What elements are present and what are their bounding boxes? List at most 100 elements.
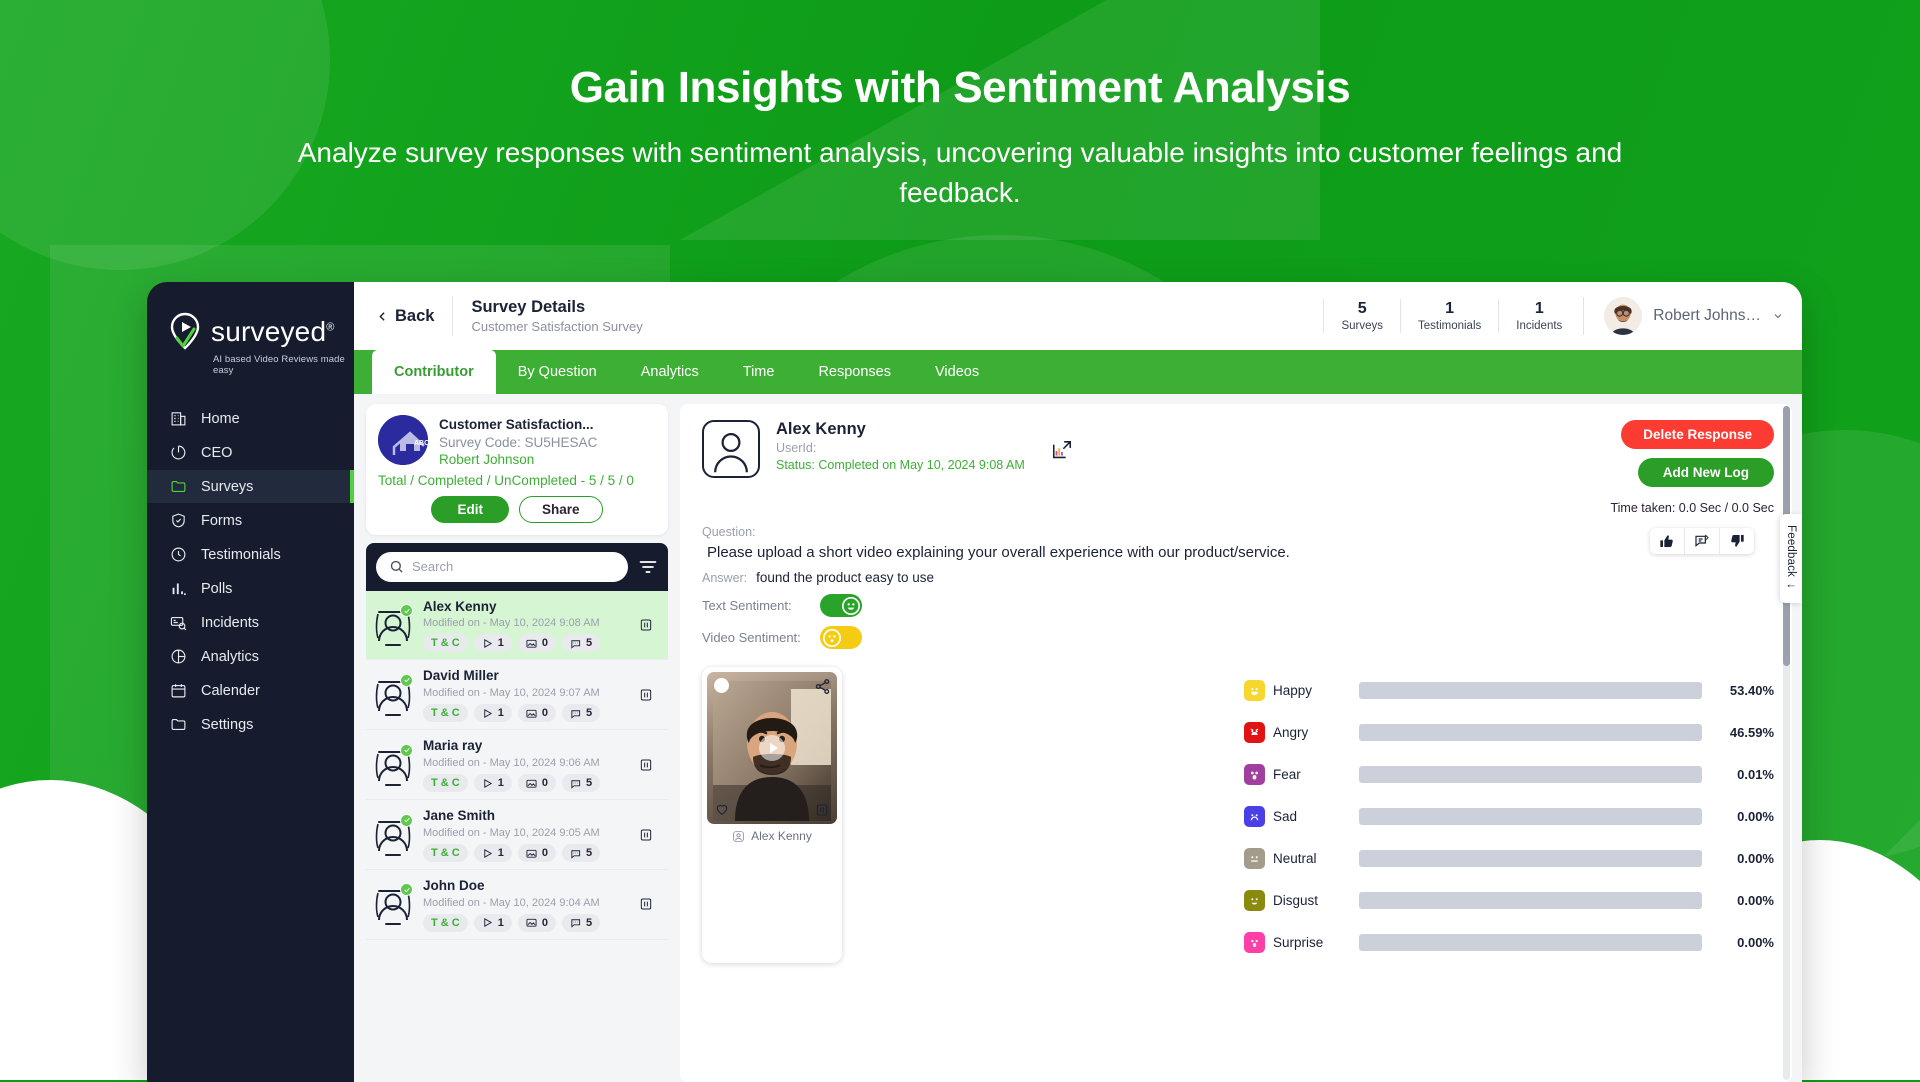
emotion-value: 53.40% [1702,683,1774,698]
chip-videos[interactable]: 1 [474,914,512,932]
delete-video-icon[interactable] [814,801,830,817]
tab-analytics[interactable]: Analytics [619,350,721,394]
search-icon [389,559,404,574]
chip-terms[interactable]: T & C [423,774,468,792]
edit-survey-button[interactable]: Edit [431,496,509,523]
delete-contributor-icon[interactable] [638,686,656,704]
avatar [1604,297,1642,335]
delete-response-button[interactable]: Delete Response [1621,420,1774,449]
tab-bar: Contributor By Question Analytics Time R… [354,350,1802,394]
chip-comments[interactable]: 5 [562,704,600,722]
tab-responses[interactable]: Responses [796,350,913,394]
tab-videos[interactable]: Videos [913,350,1001,394]
share-survey-button[interactable]: Share [519,496,603,523]
panel-scrollbar[interactable] [1783,406,1790,1080]
sidebar-item-label: Polls [201,581,232,597]
expand-chart-icon[interactable] [1051,440,1073,462]
disgust-emoji-icon [1244,890,1265,911]
chip-images[interactable]: 0 [518,844,556,862]
chip-comments[interactable]: 5 [562,774,600,792]
chip-videos[interactable]: 1 [474,774,512,792]
delete-contributor-icon[interactable] [638,895,656,913]
sidebar-item-polls[interactable]: Polls [147,572,354,605]
answer-label: Answer: [702,571,747,585]
chip-images-count: 0 [542,636,548,650]
list-item[interactable]: Maria ray Modified on - May 10, 2024 9:0… [366,730,668,800]
question-text: Please upload a short video explaining y… [707,544,1774,561]
delete-contributor-icon[interactable] [638,616,656,634]
favorite-icon[interactable] [714,801,730,817]
chip-comments[interactable]: 5 [562,844,600,862]
user-menu[interactable]: Robert Johns… [1583,297,1784,335]
question-label: Question: [702,525,1774,539]
stat-surveys[interactable]: 5 Surveys [1323,299,1400,333]
share-icon[interactable] [814,678,831,695]
video-response-card[interactable]: Alex Kenny [702,667,842,963]
chip-videos[interactable]: 1 [474,634,512,652]
sidebar-item-forms[interactable]: Forms [147,504,354,537]
contributor-modified: Modified on - May 10, 2024 9:05 AM [423,826,629,840]
sidebar-item-testimonials[interactable]: Testimonials [147,538,354,571]
sidebar-item-calender[interactable]: Calender [147,674,354,707]
chip-terms[interactable]: T & C [423,634,468,652]
sidebar-item-surveys[interactable]: Surveys [147,470,354,503]
video-sentiment-toggle[interactable] [820,626,862,649]
stat-testimonials[interactable]: 1 Testimonials [1400,299,1498,333]
avatar [372,604,414,646]
add-new-log-button[interactable]: Add New Log [1638,458,1774,487]
search-field[interactable] [376,552,628,582]
chip-images[interactable]: 0 [518,774,556,792]
chip-videos[interactable]: 1 [474,704,512,722]
text-sentiment-toggle[interactable] [820,594,862,617]
sidebar-item-incidents[interactable]: Incidents [147,606,354,639]
video-sentiment-label: Video Sentiment: [702,630,820,645]
list-item[interactable]: Alex Kenny Modified on - May 10, 2024 9:… [366,591,668,661]
sidebar-item-ceo[interactable]: CEO [147,436,354,469]
chip-terms[interactable]: T & C [423,914,468,932]
happy-emoji-icon [1244,680,1265,701]
tab-by-question[interactable]: By Question [496,350,619,394]
filter-icon[interactable] [638,557,658,577]
chip-videos[interactable]: 1 [474,844,512,862]
divider [452,296,453,336]
main-area: Back Survey Details Customer Satisfactio… [354,282,1802,1082]
page-title-block: Survey Details Customer Satisfaction Sur… [471,297,642,336]
sidebar-item-analytics[interactable]: Analytics [147,640,354,673]
text-sentiment-row: Text Sentiment: [702,594,1774,617]
stat-incidents[interactable]: 1 Incidents [1498,299,1579,333]
chip-terms[interactable]: T & C [423,844,468,862]
delete-contributor-icon[interactable] [638,756,656,774]
sad-emoji-icon [1244,806,1265,827]
list-item[interactable]: Jane Smith Modified on - May 10, 2024 9:… [366,800,668,870]
contributor-modified: Modified on - May 10, 2024 9:06 AM [423,756,629,770]
chip-images[interactable]: 0 [518,914,556,932]
list-item[interactable]: John Doe Modified on - May 10, 2024 9:04… [366,870,668,940]
survey-totals: Total / Completed / UnCompleted - 5 / 5 … [378,473,656,488]
survey-brand-text: ABC [414,440,428,447]
delete-contributor-icon[interactable] [638,826,656,844]
sidebar-item-settings[interactable]: Settings [147,708,354,741]
video-thumbnail[interactable] [707,672,837,824]
feedback-tab[interactable]: Feedback → [1780,514,1802,603]
chip-terms[interactable]: T & C [423,704,468,722]
building-icon [169,410,187,428]
user-name: Robert Johns… [1653,307,1761,325]
emotion-row-surprise: Surprise 0.00% [1244,921,1774,963]
play-button[interactable] [759,735,785,761]
chip-comments[interactable]: 5 [562,634,600,652]
back-button[interactable]: Back [376,307,434,326]
emotion-label: Sad [1273,809,1359,824]
chip-images[interactable]: 0 [518,704,556,722]
search-input[interactable] [412,559,615,574]
tab-time[interactable]: Time [721,350,797,394]
emotion-value: 0.01% [1702,767,1774,782]
sidebar-item-home[interactable]: Home [147,402,354,435]
list-item[interactable]: David Miller Modified on - May 10, 2024 … [366,660,668,730]
verified-badge-icon [400,674,413,687]
survey-owner: Robert Johnson [439,451,597,469]
emotion-row-sad: Sad 0.00% [1244,795,1774,837]
card-search-icon [169,614,187,632]
chip-comments[interactable]: 5 [562,914,600,932]
chip-images[interactable]: 0 [518,634,556,652]
tab-contributor[interactable]: Contributor [372,350,496,394]
